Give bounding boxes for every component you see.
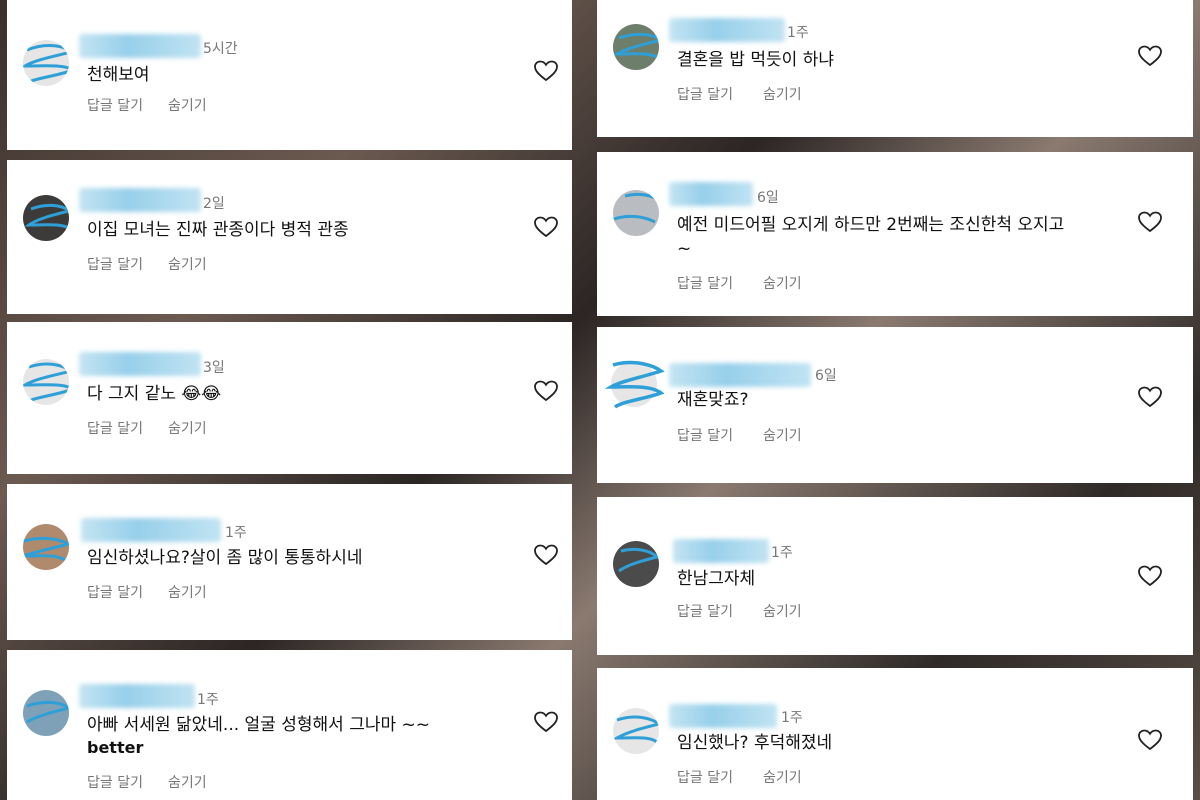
censor-scribble — [23, 44, 69, 84]
username-redacted[interactable] — [79, 188, 201, 212]
censor-scribble — [613, 192, 659, 224]
reply-button[interactable]: 답글 달기 — [677, 273, 733, 293]
censor-scribble — [613, 32, 659, 60]
censor-scribble — [24, 203, 69, 230]
avatar[interactable] — [23, 524, 69, 570]
comment-time: 6일 — [815, 368, 837, 384]
username-redacted[interactable] — [79, 684, 195, 708]
comment-text: 예전 미드어필 오지게 하드만 2번째는 조신한척 오지고 — [677, 215, 1065, 235]
comment-time: 1주 — [781, 710, 803, 726]
hide-button[interactable]: 숨기기 — [763, 767, 802, 787]
censor-scribble — [605, 360, 665, 409]
comment-card: 6일 재혼맞죠? 답글 달기 숨기기 — [597, 327, 1193, 483]
reply-button[interactable]: 답글 달기 — [87, 582, 143, 602]
comment-text-continued: better — [87, 738, 144, 757]
hide-button[interactable]: 숨기기 — [168, 418, 207, 438]
reply-button[interactable]: 답글 달기 — [87, 254, 143, 274]
avatar[interactable] — [23, 690, 69, 736]
reply-button[interactable]: 답글 달기 — [677, 767, 733, 787]
comment-card: 6일 예전 미드어필 오지게 하드만 2번째는 조신한척 오지고 ~ 답글 달기… — [597, 152, 1193, 316]
comment-time: 2일 — [203, 196, 225, 212]
hide-button[interactable]: 숨기기 — [763, 84, 802, 104]
comment-text-continued: ~ — [677, 239, 692, 259]
comment-time: 3일 — [203, 360, 225, 376]
comment-text: 다 그지 같노 😂😂 — [87, 384, 222, 404]
heart-icon[interactable] — [1137, 728, 1163, 752]
heart-icon[interactable] — [1137, 564, 1163, 588]
avatar[interactable] — [613, 708, 659, 754]
comment-text: 아빠 서세원 닮았네... 얼굴 성형해서 그나마 ~~ — [87, 715, 431, 735]
censor-scribble — [613, 715, 659, 744]
avatar[interactable] — [613, 541, 659, 587]
reply-button[interactable]: 답글 달기 — [677, 425, 733, 445]
comment-card: 5시간 천해보여 답글 달기 숨기기 — [7, 0, 572, 150]
reply-button[interactable]: 답글 달기 — [677, 84, 733, 104]
heart-icon[interactable] — [533, 543, 559, 567]
heart-icon[interactable] — [533, 59, 559, 83]
username-redacted[interactable] — [673, 539, 769, 563]
heart-icon[interactable] — [533, 379, 559, 403]
reply-button[interactable]: 답글 달기 — [87, 418, 143, 438]
comment-time: 6일 — [757, 190, 779, 206]
hide-button[interactable]: 숨기기 — [763, 425, 802, 445]
comment-time: 1주 — [787, 25, 809, 41]
reply-button[interactable]: 답글 달기 — [87, 95, 143, 115]
avatar[interactable] — [613, 190, 659, 236]
comment-text: 이집 모녀는 진짜 관종이다 병적 관종 — [87, 220, 349, 240]
username-redacted[interactable] — [669, 363, 811, 387]
hide-button[interactable]: 숨기기 — [168, 772, 207, 792]
reply-button[interactable]: 답글 달기 — [677, 601, 733, 621]
censor-scribble — [23, 536, 69, 562]
comment-card: 1주 임신하셨나요?살이 좀 많이 통통하시네 답글 달기 숨기기 — [7, 484, 572, 640]
heart-icon[interactable] — [1137, 210, 1163, 234]
comment-time: 1주 — [771, 545, 793, 561]
hide-button[interactable]: 숨기기 — [763, 273, 802, 293]
censor-scribble — [26, 700, 69, 724]
hide-button[interactable]: 숨기기 — [763, 601, 802, 621]
comment-text: 임신하셨나요?살이 좀 많이 통통하시네 — [87, 548, 363, 568]
username-redacted[interactable] — [79, 34, 201, 58]
avatar[interactable] — [605, 360, 665, 409]
username-redacted[interactable] — [669, 182, 753, 206]
comment-text: 재혼맞죠? — [677, 390, 749, 410]
comment-card: 2일 이집 모녀는 진짜 관종이다 병적 관종 답글 달기 숨기기 — [7, 160, 572, 314]
avatar[interactable] — [613, 24, 659, 70]
avatar[interactable] — [23, 40, 69, 86]
comment-text: 임신했나? 후덕해졌네 — [677, 733, 833, 753]
comment-card: 3일 다 그지 같노 😂😂 답글 달기 숨기기 — [7, 322, 572, 474]
comment-text: 천해보여 — [87, 65, 150, 85]
hide-button[interactable]: 숨기기 — [168, 254, 207, 274]
comment-card: 1주 아빠 서세원 닮았네... 얼굴 성형해서 그나마 ~~ better 답… — [7, 650, 572, 800]
comment-card: 1주 임신했나? 후덕해졌네 답글 달기 숨기기 — [597, 668, 1193, 800]
hide-button[interactable]: 숨기기 — [168, 95, 207, 115]
username-redacted[interactable] — [81, 518, 221, 542]
hide-button[interactable]: 숨기기 — [168, 582, 207, 602]
avatar[interactable] — [23, 359, 69, 405]
reply-button[interactable]: 답글 달기 — [87, 772, 143, 792]
comment-text: 결혼을 밥 먹듯이 하냐 — [677, 50, 834, 70]
censor-scribble — [618, 547, 659, 573]
heart-icon[interactable] — [533, 710, 559, 734]
comment-time: 1주 — [225, 525, 247, 541]
heart-icon[interactable] — [1137, 385, 1163, 409]
username-redacted[interactable] — [79, 352, 201, 376]
heart-icon[interactable] — [1137, 44, 1163, 68]
heart-icon[interactable] — [533, 215, 559, 239]
comment-text: 한남그자체 — [677, 569, 756, 589]
censor-scribble — [23, 362, 69, 403]
username-redacted[interactable] — [669, 18, 785, 42]
username-redacted[interactable] — [669, 704, 777, 728]
comment-time: 5시간 — [203, 41, 238, 57]
comment-time: 1주 — [197, 692, 219, 708]
avatar[interactable] — [23, 195, 69, 241]
comment-card: 1주 결혼을 밥 먹듯이 하냐 답글 달기 숨기기 — [597, 0, 1193, 137]
comment-card: 1주 한남그자체 답글 달기 숨기기 — [597, 497, 1193, 655]
